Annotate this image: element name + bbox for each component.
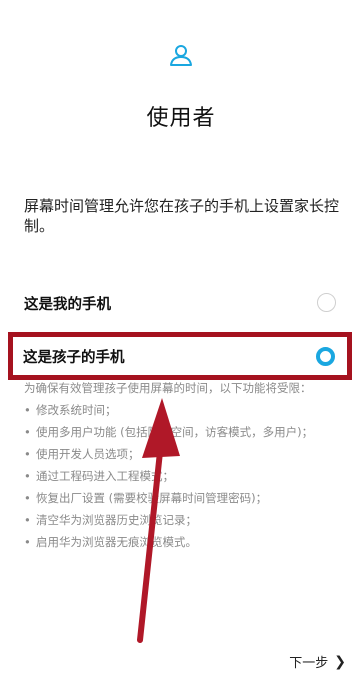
page-title: 使用者 [146, 106, 216, 131]
list-item: 启用华为浏览器无痕浏览模式。 [24, 534, 324, 550]
restrictions-notes: 为确保有效管理孩子使用屏幕的时间，以下功能将受限： 修改系统时间； 使用多用户功… [24, 380, 324, 556]
restrictions-list: 修改系统时间； 使用多用户功能 (包括隐私空间，访客模式，多用户)； 使用开发人… [24, 402, 324, 550]
option-my-phone-label: 这是我的手机 [24, 296, 111, 313]
list-item: 使用开发人员选项； [24, 446, 324, 462]
restrictions-lead: 为确保有效管理孩子使用屏幕的时间，以下功能将受限： [24, 381, 312, 395]
next-button[interactable]: 下一步 ❯ [289, 652, 346, 672]
user-icon [170, 45, 192, 66]
list-item: 清空华为浏览器历史浏览记录； [24, 512, 324, 528]
list-item: 通过工程码进入工程模式； [24, 468, 324, 484]
chevron-right-icon: ❯ [334, 653, 346, 670]
description-text: 屏幕时间管理允许您在孩子的手机上设置家长控制。 [24, 197, 340, 235]
list-item: 恢复出厂设置 (需要校验屏幕时间管理密码)； [24, 490, 324, 506]
option-child-phone-label: 这是孩子的手机 [23, 349, 125, 366]
option-my-phone[interactable]: 这是我的手机 [14, 280, 348, 326]
list-item: 使用多用户功能 (包括隐私空间，访客模式，多用户)； [24, 424, 324, 440]
next-button-label: 下一步 [289, 656, 329, 671]
list-item: 修改系统时间； [24, 402, 324, 418]
option-child-phone[interactable]: 这是孩子的手机 [8, 332, 352, 380]
radio-selected-icon[interactable] [316, 347, 335, 366]
radio-unselected-icon[interactable] [317, 293, 336, 312]
